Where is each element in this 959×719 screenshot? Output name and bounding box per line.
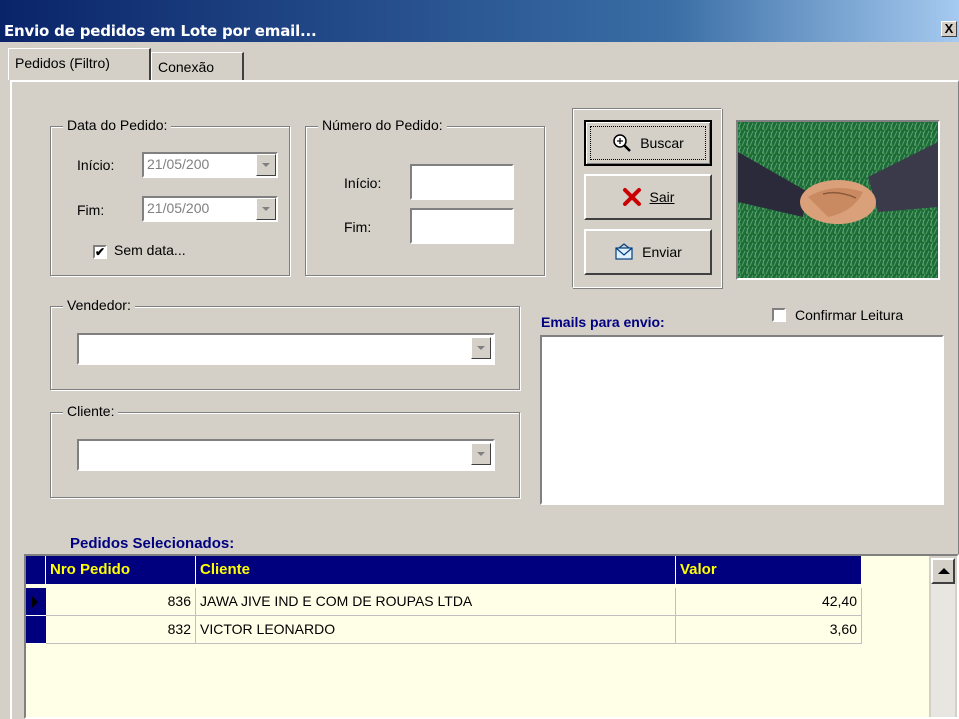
cell-valor: 42,40 <box>676 588 862 616</box>
confirm-read-checkbox[interactable] <box>772 308 786 322</box>
date-group-legend: Data do Pedido: <box>63 117 172 133</box>
date-end-value: 21/05/200 <box>147 200 210 216</box>
cell-nro-pedido: 832 <box>46 616 196 644</box>
date-start-field[interactable]: 21/05/200 <box>142 152 278 178</box>
grid-title: Pedidos Selecionados: <box>70 535 235 552</box>
seller-dropdown-button[interactable] <box>471 337 491 359</box>
seller-select[interactable] <box>77 333 495 365</box>
scroll-track[interactable] <box>931 584 955 717</box>
send-button-label: Enviar <box>642 244 682 260</box>
close-button[interactable]: X <box>941 21 957 37</box>
date-end-field[interactable]: 21/05/200 <box>142 196 278 222</box>
table-row[interactable]: 832 VICTOR LEONARDO 3,60 <box>26 616 862 644</box>
grid-header-indicator <box>26 556 46 584</box>
scroll-up-arrow-icon[interactable] <box>931 558 955 584</box>
grid-scrollbar[interactable] <box>929 556 957 717</box>
handshake-image <box>736 120 940 280</box>
actions-panel: Buscar Sair Enviar <box>572 108 722 288</box>
number-end-input[interactable] <box>410 208 514 244</box>
date-group: Data do Pedido: Início: 21/05/200 Fim: 2… <box>50 117 290 276</box>
date-start-value: 21/05/200 <box>147 156 210 172</box>
no-date-checkbox[interactable]: ✔ <box>93 245 107 259</box>
date-start-dropdown-button[interactable] <box>256 154 276 176</box>
search-button[interactable]: Buscar <box>584 120 712 166</box>
envelope-icon <box>614 242 634 262</box>
date-start-label: Início: <box>77 157 115 173</box>
cell-valor: 3,60 <box>676 616 862 644</box>
table-row[interactable]: 836 JAWA JIVE IND E COM DE ROUPAS LTDA 4… <box>26 588 862 616</box>
number-group-legend: Número do Pedido: <box>318 117 447 133</box>
red-x-icon <box>622 187 642 207</box>
no-date-label: Sem data... <box>114 242 186 258</box>
search-button-label: Buscar <box>640 135 684 151</box>
magnifier-icon <box>612 133 632 153</box>
column-nro-pedido[interactable]: Nro Pedido <box>46 556 196 584</box>
client-select[interactable] <box>77 439 495 471</box>
orders-grid[interactable]: Nro Pedido Cliente Valor 836 JAWA JIVE I… <box>24 554 959 719</box>
exit-button[interactable]: Sair <box>584 174 712 220</box>
column-valor[interactable]: Valor <box>676 556 862 584</box>
cell-cliente: JAWA JIVE IND E COM DE ROUPAS LTDA <box>196 588 676 616</box>
window-title: Envio de pedidos em Lote por email... <box>4 22 317 40</box>
number-start-label: Início: <box>344 175 382 191</box>
column-cliente[interactable]: Cliente <box>196 556 676 584</box>
exit-button-label: Sair <box>649 189 675 205</box>
number-group: Número do Pedido: Início: Fim: <box>305 117 545 276</box>
emails-label: Emails para envio: <box>541 314 665 330</box>
seller-group: Vendedor: <box>50 297 520 390</box>
seller-group-legend: Vendedor: <box>63 297 135 313</box>
number-start-input[interactable] <box>410 164 514 200</box>
row-indicator <box>26 588 46 616</box>
send-button[interactable]: Enviar <box>584 229 712 275</box>
grid-header: Nro Pedido Cliente Valor <box>26 556 862 584</box>
emails-textarea[interactable] <box>540 335 944 505</box>
row-indicator <box>26 616 46 644</box>
cell-nro-pedido: 836 <box>46 588 196 616</box>
client-group-legend: Cliente: <box>63 403 119 419</box>
number-end-label: Fim: <box>344 219 372 235</box>
client-dropdown-button[interactable] <box>471 443 491 465</box>
date-end-dropdown-button[interactable] <box>256 198 276 220</box>
tab-pedidos-filtro[interactable]: Pedidos (Filtro) <box>8 48 151 80</box>
tab-conexao[interactable]: Conexão <box>151 52 244 80</box>
title-bar: Envio de pedidos em Lote por email... X <box>0 0 959 42</box>
date-end-label: Fim: <box>77 202 105 218</box>
confirm-read-label: Confirmar Leitura <box>795 307 904 323</box>
cell-cliente: VICTOR LEONARDO <box>196 616 676 644</box>
client-group: Cliente: <box>50 403 520 498</box>
